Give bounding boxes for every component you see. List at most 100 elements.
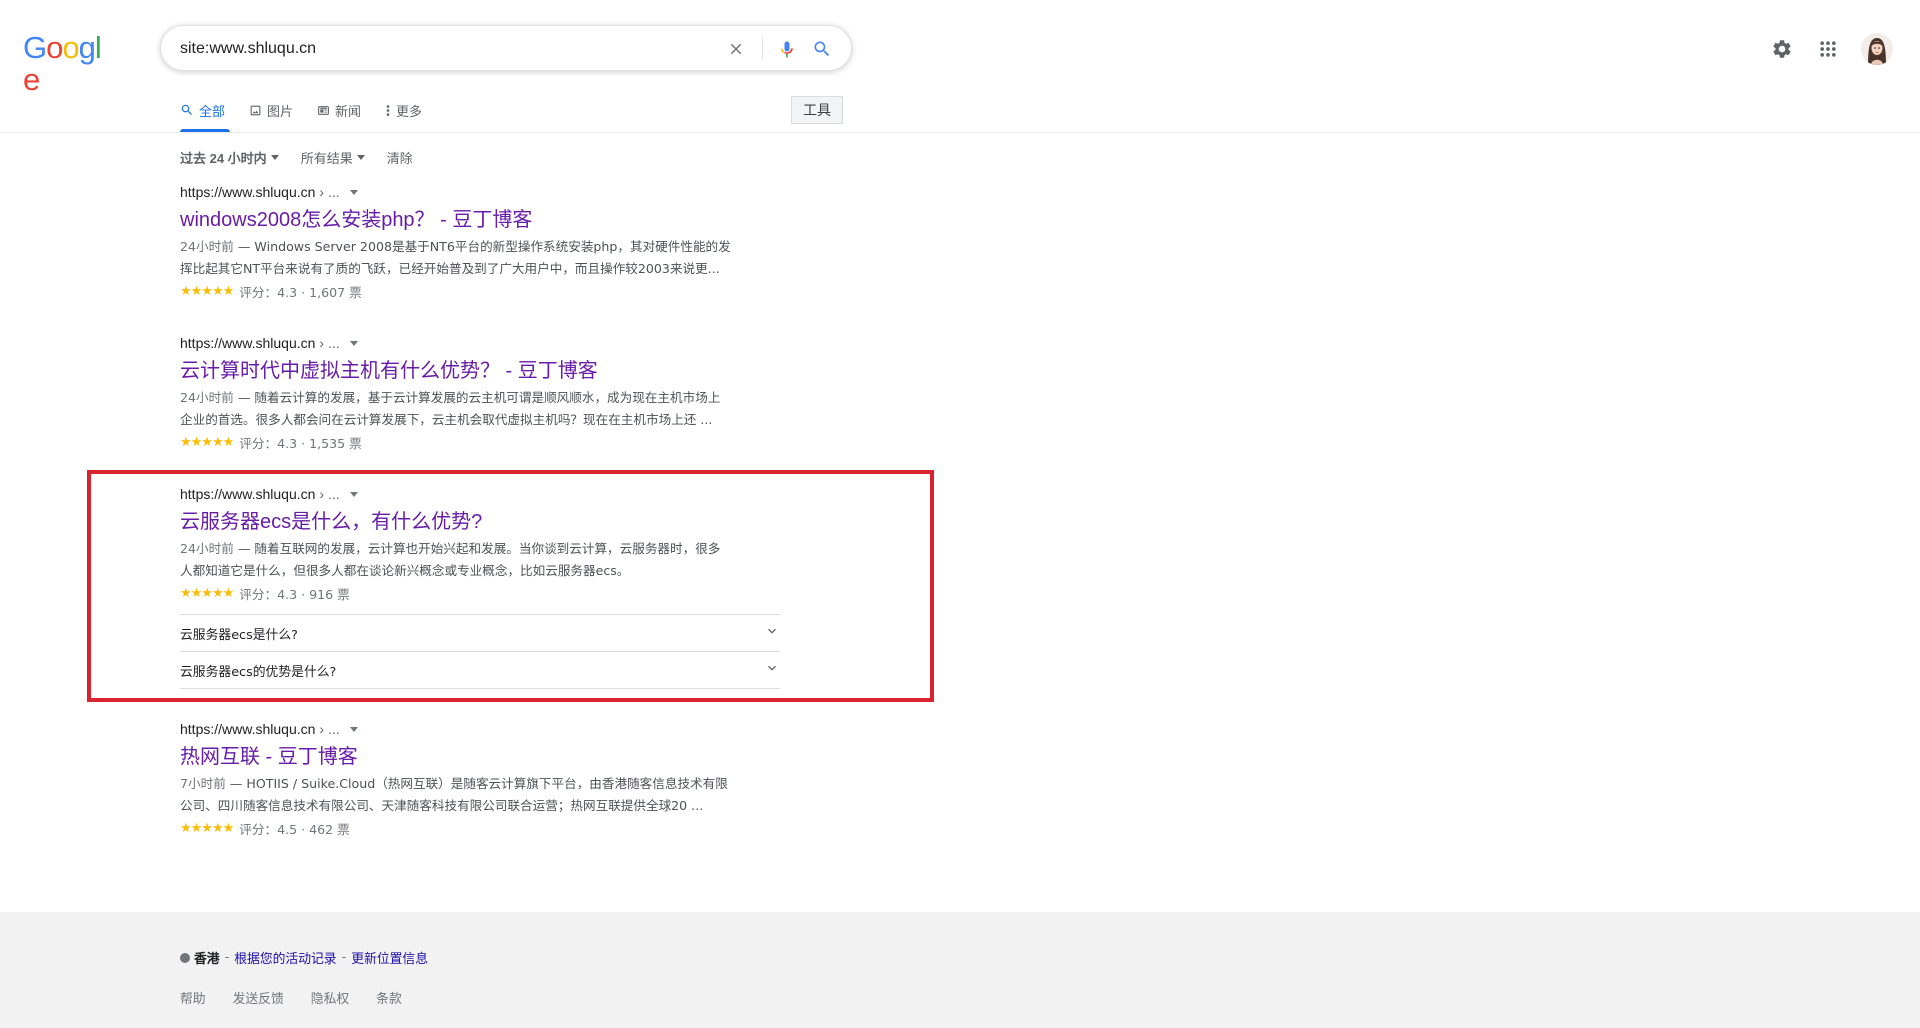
result-rating: ★★★★★ 评分：4.3 · 916 票 (180, 582, 780, 604)
result-title-link[interactable]: 热网互联 - 豆丁博客 (180, 744, 780, 770)
result-snippet: 24小时前 — Windows Server 2008是基于NT6平台的新型操作… (180, 236, 780, 280)
result-snippet: 24小时前 — 随着互联网的发展，云计算也开始兴起和发展。当你谈到云计算，云服务… (180, 538, 780, 582)
result-url-path: › ... (319, 721, 340, 737)
tab-all[interactable]: 全部 (180, 98, 225, 122)
search-input[interactable] (180, 38, 680, 60)
location-separator: - (224, 950, 230, 965)
update-location-link[interactable]: 更新位置信息 (351, 948, 428, 967)
result-date: 24小时前 (180, 541, 234, 556)
chevron-down-icon (764, 623, 780, 643)
result-url-text: https://www.shluqu.cn (180, 486, 316, 502)
location-bar: 香港 - 根据您的活动记录 - 更新位置信息 (180, 948, 428, 967)
result-date: 24小时前 (180, 390, 234, 405)
result-url-text: https://www.shluqu.cn (180, 184, 316, 200)
results-filter-dropdown[interactable]: 所有结果 (301, 148, 365, 167)
search-result-highlighted: https://www.shluqu.cn › ... 云服务器ecs是什么，有… (180, 484, 780, 604)
faq-item[interactable]: 云服务器ecs是什么? (180, 614, 780, 651)
search-result: https://www.shluqu.cn › ... 热网互联 - 豆丁博客 … (180, 719, 780, 839)
apps-grid-icon[interactable] (1815, 36, 1841, 62)
faq-divider (180, 688, 780, 689)
search-box (160, 25, 852, 71)
location-separator: - (341, 950, 347, 965)
gear-icon[interactable] (1769, 36, 1795, 62)
location-dot-icon (180, 952, 190, 963)
rating-text: 评分：4.3 · 916 票 (239, 586, 350, 602)
chevron-down-icon (764, 660, 780, 680)
microphone-icon[interactable] (774, 36, 800, 62)
search-filters: 过去 24 小时内 所有结果 清除 (180, 148, 435, 167)
rating-text: 评分：4.3 · 1,535 票 (239, 435, 362, 451)
news-icon (317, 104, 330, 117)
footer-link-help[interactable]: 帮助 (180, 988, 206, 1007)
result-url[interactable]: https://www.shluqu.cn › ... (180, 484, 780, 504)
avatar[interactable] (1861, 33, 1893, 65)
result-url-path: › ... (319, 335, 340, 351)
tab-label: 全部 (199, 103, 226, 119)
result-url[interactable]: https://www.shluqu.cn › ... (180, 333, 780, 353)
result-rating: ★★★★★ 评分：4.3 · 1,607 票 (180, 280, 780, 302)
more-vert-icon (385, 104, 391, 117)
search-icon (180, 103, 194, 117)
result-snippet-line1: — HOTIIS / Suike.Cloud（热网互联）是随客云计算旗下平台，由… (225, 776, 728, 791)
search-result: https://www.shluqu.cn › ... windows2008怎… (180, 182, 780, 302)
result-title-link[interactable]: 云服务器ecs是什么，有什么优势? (180, 509, 780, 535)
result-snippet-line1: — Windows Server 2008是基于NT6平台的新型操作系统安装ph… (233, 239, 731, 254)
rating-stars-icon: ★★★★★ (180, 283, 234, 299)
time-filter-label: 过去 24 小时内 (180, 151, 267, 166)
result-date: 24小时前 (180, 239, 234, 254)
result-url[interactable]: https://www.shluqu.cn › ... (180, 182, 780, 202)
result-url-path: › ... (319, 486, 340, 502)
search-icon[interactable] (809, 36, 835, 62)
google-logo[interactable]: Google (23, 32, 115, 96)
result-menu-caret-icon[interactable] (349, 726, 358, 732)
tools-button[interactable]: 工具 (791, 96, 843, 124)
time-filter-dropdown[interactable]: 过去 24 小时内 (180, 148, 279, 167)
faq-item[interactable]: 云服务器ecs的优势是什么? (180, 651, 780, 688)
tab-images[interactable]: 图片 (249, 98, 293, 122)
caret-down-icon (270, 155, 279, 160)
tab-news[interactable]: 新闻 (317, 98, 361, 122)
result-snippet-line1: — 随着云计算的发展，基于云计算发展的云主机可谓是顺风顺水，成为现在主机市场上 (233, 390, 721, 405)
page-footer: 香港 - 根据您的活动记录 - 更新位置信息 帮助 发送反馈 隐私权 条款 (0, 912, 1920, 1028)
image-icon (249, 104, 262, 117)
result-title-link[interactable]: windows2008怎么安装php？ - 豆丁博客 (180, 207, 780, 233)
result-rating: ★★★★★ 评分：4.3 · 1,535 票 (180, 431, 780, 453)
tab-label: 图片 (267, 103, 294, 119)
result-menu-caret-icon[interactable] (349, 340, 358, 346)
result-snippet-line2: 人都知道它是什么，但很多人都在谈论新兴概念或专业概念，比如云服务器ecs。 (180, 563, 630, 578)
result-snippet-line1: — 随着互联网的发展，云计算也开始兴起和发展。当你谈到云计算，云服务器时，很多 (233, 541, 721, 556)
result-title-link[interactable]: 云计算时代中虚拟主机有什么优势？ - 豆丁博客 (180, 358, 780, 384)
result-menu-caret-icon[interactable] (349, 491, 358, 497)
tab-more[interactable]: 更多 (385, 98, 422, 122)
tab-label: 新闻 (335, 103, 362, 119)
result-menu-caret-icon[interactable] (349, 189, 358, 195)
result-url-path: › ... (319, 184, 340, 200)
clear-filters-link[interactable]: 清除 (387, 148, 413, 167)
result-snippet-line2: 公司、四川随客信息技术有限公司、天津随客科技有限公司联合运营；热网互联提供全球2… (180, 798, 704, 813)
result-date: 7小时前 (180, 776, 226, 791)
result-snippet: 24小时前 — 随着云计算的发展，基于云计算发展的云主机可谓是顺风顺水，成为现在… (180, 387, 780, 431)
result-snippet-line2: 企业的首选。很多人都会问在云计算发展下，云主机会取代虚拟主机吗？现在在主机市场上… (180, 412, 713, 427)
footer-link-feedback[interactable]: 发送反馈 (233, 988, 284, 1007)
rating-stars-icon: ★★★★★ (180, 820, 234, 836)
caret-down-icon (356, 155, 365, 160)
rating-text: 评分：4.3 · 1,607 票 (239, 284, 362, 300)
tab-label: 更多 (396, 103, 423, 119)
search-divider (762, 38, 763, 60)
result-rating: ★★★★★ 评分：4.5 · 462 票 (180, 817, 780, 839)
result-url-text: https://www.shluqu.cn (180, 335, 316, 351)
location-name: 香港 (194, 952, 220, 967)
result-snippet: 7小时前 — HOTIIS / Suike.Cloud（热网互联）是随客云计算旗… (180, 773, 780, 817)
footer-link-terms[interactable]: 条款 (376, 988, 402, 1007)
faq-question: 云服务器ecs是什么? (180, 627, 298, 643)
result-url[interactable]: https://www.shluqu.cn › ... (180, 719, 780, 739)
faq-question: 云服务器ecs的优势是什么? (180, 664, 337, 680)
activity-history-link[interactable]: 根据您的活动记录 (234, 948, 336, 967)
result-snippet-line2: 挥比起其它NT平台来说有了质的飞跃，已经开始普及到了广大用户中，而且操作较200… (180, 261, 720, 276)
rating-stars-icon: ★★★★★ (180, 434, 234, 450)
close-icon[interactable] (723, 36, 749, 62)
footer-links: 帮助 发送反馈 隐私权 条款 (180, 988, 429, 1007)
footer-link-privacy[interactable]: 隐私权 (311, 988, 349, 1007)
results-filter-label: 所有结果 (300, 151, 353, 166)
rating-text: 评分：4.5 · 462 票 (239, 821, 350, 837)
